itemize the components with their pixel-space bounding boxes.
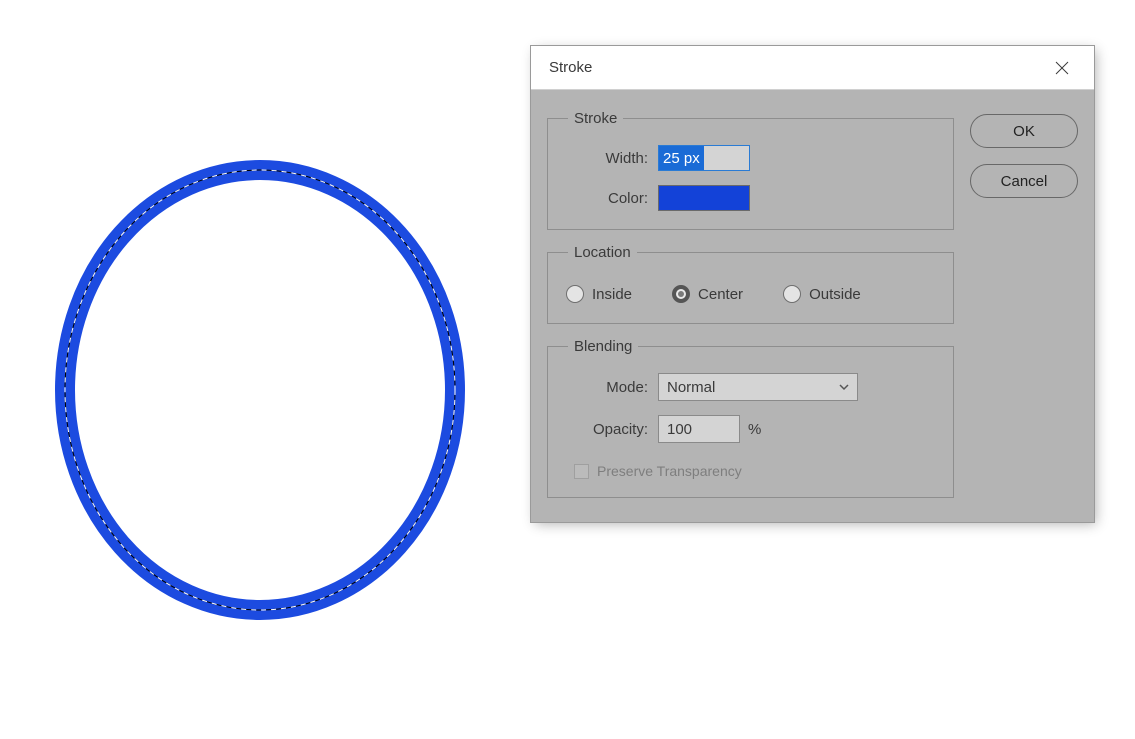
radio-outside[interactable]: Outside xyxy=(783,285,861,303)
radio-icon xyxy=(783,285,801,303)
width-value: 25 px xyxy=(659,146,704,170)
blending-legend: Blending xyxy=(568,338,638,355)
radio-icon xyxy=(672,285,690,303)
cancel-button[interactable]: Cancel xyxy=(970,164,1078,198)
location-group: Location Inside Center Outside xyxy=(547,244,954,324)
mode-label: Mode: xyxy=(564,379,658,396)
dialog-right-column: OK Cancel xyxy=(970,110,1078,498)
opacity-label: Opacity: xyxy=(564,421,658,438)
close-icon xyxy=(1055,61,1069,75)
preserve-label: Preserve Transparency xyxy=(597,463,742,479)
radio-label-inside: Inside xyxy=(592,286,632,303)
width-label: Width: xyxy=(564,150,658,167)
dialog-left-column: Stroke Width: 25 px Color: Location xyxy=(547,110,954,498)
radio-label-outside: Outside xyxy=(809,286,861,303)
radio-label-center: Center xyxy=(698,286,743,303)
color-swatch[interactable] xyxy=(658,185,750,211)
dialog-body: Stroke Width: 25 px Color: Location xyxy=(531,90,1094,522)
preserve-transparency-checkbox: Preserve Transparency xyxy=(564,457,937,479)
opacity-input[interactable]: 100 xyxy=(658,415,740,443)
opacity-value: 100 xyxy=(667,421,692,438)
stroke-legend: Stroke xyxy=(568,110,623,127)
chevron-down-icon xyxy=(839,379,849,396)
stroke-group: Stroke Width: 25 px Color: xyxy=(547,110,954,230)
stroke-dialog: Stroke Stroke Width: 25 px Color: xyxy=(530,45,1095,523)
titlebar[interactable]: Stroke xyxy=(531,46,1094,90)
width-input[interactable]: 25 px xyxy=(658,145,750,171)
close-button[interactable] xyxy=(1042,48,1082,88)
mode-value: Normal xyxy=(667,379,715,396)
checkbox-icon xyxy=(574,464,589,479)
ellipse-shape xyxy=(50,150,470,630)
color-label: Color: xyxy=(564,190,658,207)
dialog-title: Stroke xyxy=(549,59,592,76)
location-legend: Location xyxy=(568,244,637,261)
radio-icon xyxy=(566,285,584,303)
ok-button[interactable]: OK xyxy=(970,114,1078,148)
blending-group: Blending Mode: Normal Opacity: 100 xyxy=(547,338,954,498)
opacity-suffix: % xyxy=(748,421,761,438)
radio-center[interactable]: Center xyxy=(672,285,743,303)
radio-inside[interactable]: Inside xyxy=(566,285,632,303)
mode-select[interactable]: Normal xyxy=(658,373,858,401)
